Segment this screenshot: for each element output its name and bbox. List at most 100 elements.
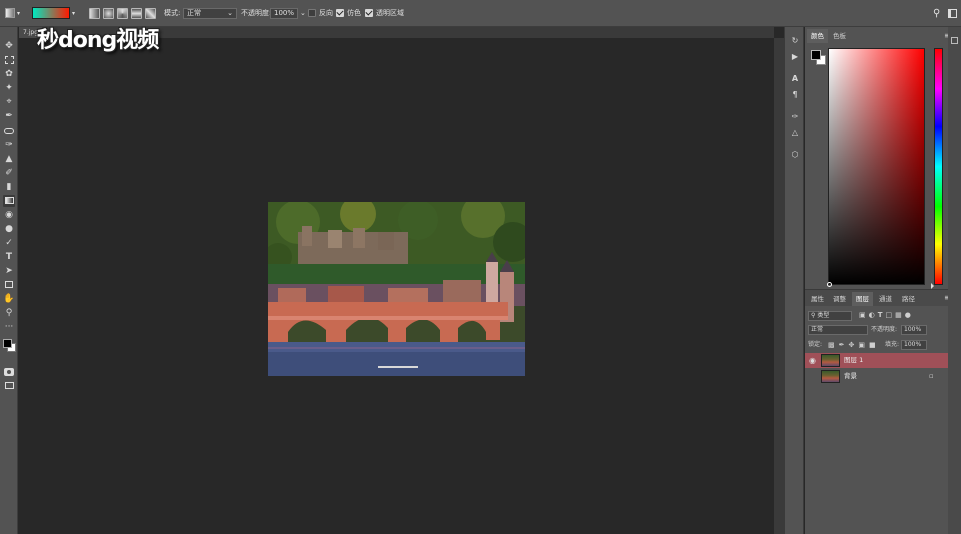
pen-icon[interactable]: ✓ [3, 237, 15, 249]
paragraph-icon[interactable]: ¶ [789, 89, 801, 101]
tab-paths[interactable]: 路径 [898, 292, 919, 306]
history-brush-icon[interactable]: ✐ [3, 167, 15, 179]
transparency-checkbox[interactable]: 透明区域 [365, 6, 404, 20]
search-icon[interactable]: ⚲ [933, 6, 940, 20]
actions-play-icon[interactable]: ▶ [789, 51, 801, 63]
character-icon[interactable]: A [789, 73, 801, 85]
more-icon[interactable]: ··· [3, 321, 15, 333]
opacity-field[interactable]: 100% [270, 7, 298, 19]
mode-select[interactable]: 正常 ⌄ [183, 7, 237, 19]
eye-icon[interactable]: ◉ [809, 353, 816, 368]
lock-all-icon[interactable]: ■ [869, 340, 876, 350]
tab-swatches[interactable]: 色板 [829, 29, 850, 43]
angle-gradient-button[interactable] [117, 7, 128, 19]
gradient-icon[interactable] [3, 195, 15, 207]
eraser-icon[interactable]: ▮ [3, 181, 15, 193]
reflected-gradient-button[interactable] [131, 7, 142, 19]
transparency-label: 透明区域 [376, 9, 404, 17]
tab-adjustments[interactable]: 调整 [829, 292, 850, 306]
eyedropper-icon[interactable]: ✒ [3, 110, 15, 122]
tab-color[interactable]: 颜色 [807, 29, 828, 43]
healing-icon[interactable] [3, 125, 15, 137]
panel-collapse-icon[interactable] [951, 37, 958, 44]
blur-icon[interactable]: ◉ [3, 209, 15, 221]
layer-opacity-value: 100% [904, 326, 922, 333]
saturation-brightness-field[interactable] [828, 48, 925, 285]
layer-name[interactable]: 背景 [844, 369, 857, 384]
clone-source-icon[interactable]: △ [789, 127, 801, 139]
hue-slider[interactable] [934, 48, 943, 285]
checkbox-icon [365, 9, 373, 17]
gradient-swatch[interactable] [32, 7, 70, 19]
photo-illustration [268, 202, 525, 376]
3d-icon[interactable]: ⬡ [789, 149, 801, 161]
dither-checkbox[interactable]: 仿色 [336, 6, 361, 20]
linear-gradient-button[interactable] [89, 7, 100, 19]
reverse-checkbox[interactable]: 反向 [308, 6, 333, 20]
lock-icon[interactable]: ▫ [929, 369, 934, 384]
stamp-icon[interactable]: ▲ [3, 153, 15, 165]
layer-row-1[interactable]: ◉ 图层 1 [805, 353, 961, 368]
lock-position-icon[interactable]: ✥ [849, 340, 855, 350]
layer-opacity-field[interactable]: 100% [901, 325, 927, 335]
image-filter-icon[interactable]: ▣ [859, 311, 866, 319]
lasso-icon[interactable]: ✿ [3, 68, 15, 80]
panel-color-swatches[interactable] [810, 49, 826, 65]
lock-label: 锁定: [808, 341, 823, 348]
layers-panel-tabs: 属性 调整 图层 通道 路径 ≡ [805, 290, 961, 306]
lock-pixels-icon[interactable]: ✒ [839, 340, 845, 350]
screen-mode-icon[interactable] [3, 380, 15, 392]
brush-settings-icon[interactable]: ✑ [789, 111, 801, 123]
magic-wand-icon[interactable]: ✦ [3, 82, 15, 94]
diamond-gradient-button[interactable] [145, 7, 156, 19]
tab-properties[interactable]: 属性 [807, 292, 828, 306]
tab-layers[interactable]: 图层 [852, 292, 873, 306]
dodge-icon[interactable]: ● [3, 223, 15, 235]
hand-icon[interactable]: ✋ [3, 293, 15, 305]
color-picker-cursor[interactable] [827, 282, 832, 287]
rectangle-icon[interactable] [3, 279, 15, 291]
lock-transparent-icon[interactable]: ▩ [828, 340, 835, 350]
blend-mode-select[interactable]: 正常 [808, 325, 868, 335]
artboard-lock-icon[interactable]: ▣ [858, 340, 865, 350]
tab-channels[interactable]: 通道 [875, 292, 896, 306]
checkbox-icon [336, 9, 344, 17]
opacity-value: 100% [274, 9, 295, 17]
radial-gradient-button[interactable] [103, 7, 114, 19]
move-icon[interactable]: ✥ [3, 40, 15, 52]
document-image[interactable] [268, 202, 525, 376]
gradient-tool-icon [5, 8, 15, 18]
type-filter-icon[interactable]: T [878, 311, 883, 319]
chevron-down-icon[interactable]: ⌄ [300, 9, 306, 17]
gradient-picker[interactable]: ▾ [32, 6, 75, 20]
path-select-icon[interactable]: ➤ [3, 265, 15, 277]
layer-filter-select[interactable]: ⚲ 类型 [808, 311, 852, 321]
foreground-color-swatch[interactable] [3, 339, 12, 348]
foreground-color-swatch[interactable] [811, 50, 821, 60]
quick-mask-icon[interactable] [3, 366, 15, 378]
vertical-scrollbar[interactable] [774, 38, 784, 534]
crop-icon[interactable]: ⌖ [3, 96, 15, 108]
history-icon[interactable]: ↻ [789, 35, 801, 47]
smart-object-filter-icon[interactable]: ▦ [895, 311, 902, 319]
opacity-label: 不透明度: [241, 9, 272, 17]
filter-toggle-icon[interactable]: ● [905, 311, 911, 319]
adjustment-filter-icon[interactable]: ◐ [869, 311, 875, 319]
chevron-down-icon[interactable]: ▾ [72, 10, 75, 17]
fill-field[interactable]: 100% [901, 340, 927, 350]
collapsed-panels-strip: ↻ ▶ A ¶ ✑ △ ⬡ [784, 27, 804, 534]
zoom-icon[interactable]: ⚲ [3, 307, 15, 319]
gradient-type-buttons [89, 6, 156, 20]
type-icon[interactable]: T [3, 251, 15, 263]
brush-icon[interactable]: ✑ [3, 139, 15, 151]
marquee-icon[interactable] [3, 54, 15, 66]
layer-name[interactable]: 图层 1 [844, 353, 863, 368]
shape-filter-icon[interactable]: □ [886, 311, 893, 319]
tool-preset-picker[interactable]: ▾ [5, 6, 20, 20]
workspace-icon[interactable] [948, 6, 957, 20]
layer-row-background[interactable]: 背景 ▫ [805, 369, 961, 384]
document-tab-title: 7.jpg [23, 29, 39, 36]
layers-panel: 属性 调整 图层 通道 路径 ≡ ⚲ 类型 ▣ ◐ T □ ▦ ● 正常 不透明… [805, 289, 961, 534]
color-swatches[interactable] [1, 337, 17, 355]
checkbox-icon [308, 9, 316, 17]
